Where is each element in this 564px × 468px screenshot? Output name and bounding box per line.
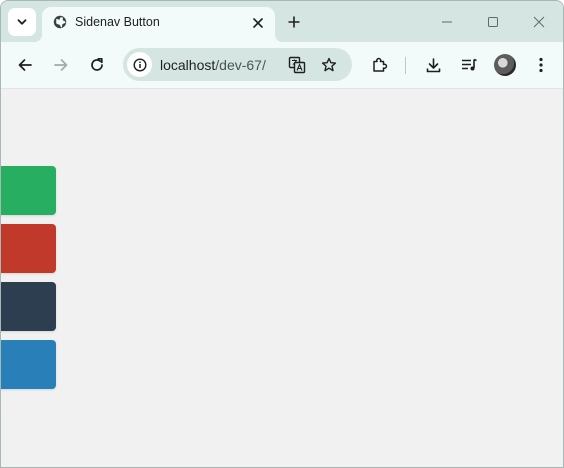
- site-info-button[interactable]: [127, 52, 152, 77]
- star-icon: [321, 57, 337, 72]
- new-tab-button[interactable]: [283, 11, 305, 33]
- forward-arrow-icon: [54, 59, 68, 71]
- reload-icon: [91, 57, 103, 71]
- forward-button[interactable]: [49, 53, 73, 77]
- sidenav-button-green[interactable]: [1, 166, 56, 215]
- minimize-button[interactable]: [434, 9, 460, 35]
- sidenav-button-red[interactable]: [1, 224, 56, 273]
- toolbar-divider: [405, 57, 406, 74]
- downloads-button[interactable]: [421, 53, 445, 77]
- reload-button[interactable]: [85, 53, 109, 77]
- maximize-icon: [488, 17, 498, 27]
- menu-button[interactable]: [529, 53, 553, 77]
- url-text[interactable]: localhost/dev-67/: [160, 57, 266, 73]
- browser-toolbar: localhost/dev-67/: [1, 42, 563, 89]
- address-bar[interactable]: localhost/dev-67/: [123, 48, 352, 81]
- minimize-icon: [442, 21, 452, 23]
- title-bar: Sidenav Button: [1, 1, 563, 42]
- chevron-down-icon: [17, 19, 27, 25]
- back-button[interactable]: [13, 53, 37, 77]
- translate-icon: [288, 56, 306, 74]
- sidenav-button-navy[interactable]: [1, 282, 56, 331]
- media-queue-icon: [462, 58, 477, 71]
- window-close-button[interactable]: [526, 9, 552, 35]
- puzzle-icon: [372, 57, 387, 72]
- tab-close-button[interactable]: [249, 14, 267, 32]
- media-control-button[interactable]: [457, 53, 481, 77]
- kebab-menu-icon: [539, 57, 543, 73]
- sidenav-button-blue[interactable]: [1, 340, 56, 389]
- globe-icon: [53, 15, 67, 29]
- close-icon: [253, 18, 263, 28]
- url-path: /dev-67/: [215, 57, 266, 73]
- browser-tab[interactable]: Sidenav Button: [34, 7, 283, 42]
- page-content: [1, 89, 563, 467]
- close-icon: [533, 16, 545, 28]
- extensions-button[interactable]: [367, 53, 391, 77]
- tab-title: Sidenav Button: [75, 15, 160, 29]
- translate-button[interactable]: [287, 55, 307, 75]
- bookmark-button[interactable]: [319, 55, 339, 75]
- back-arrow-icon: [18, 59, 32, 71]
- avatar[interactable]: [494, 54, 516, 76]
- info-icon: [132, 57, 147, 72]
- url-host: localhost: [160, 57, 216, 73]
- browser-window: Sidenav Button localhost/dev-67/: [0, 0, 564, 468]
- download-icon: [426, 57, 440, 72]
- plus-icon: [288, 16, 300, 28]
- tab-search-button[interactable]: [8, 8, 36, 36]
- maximize-button[interactable]: [480, 9, 506, 35]
